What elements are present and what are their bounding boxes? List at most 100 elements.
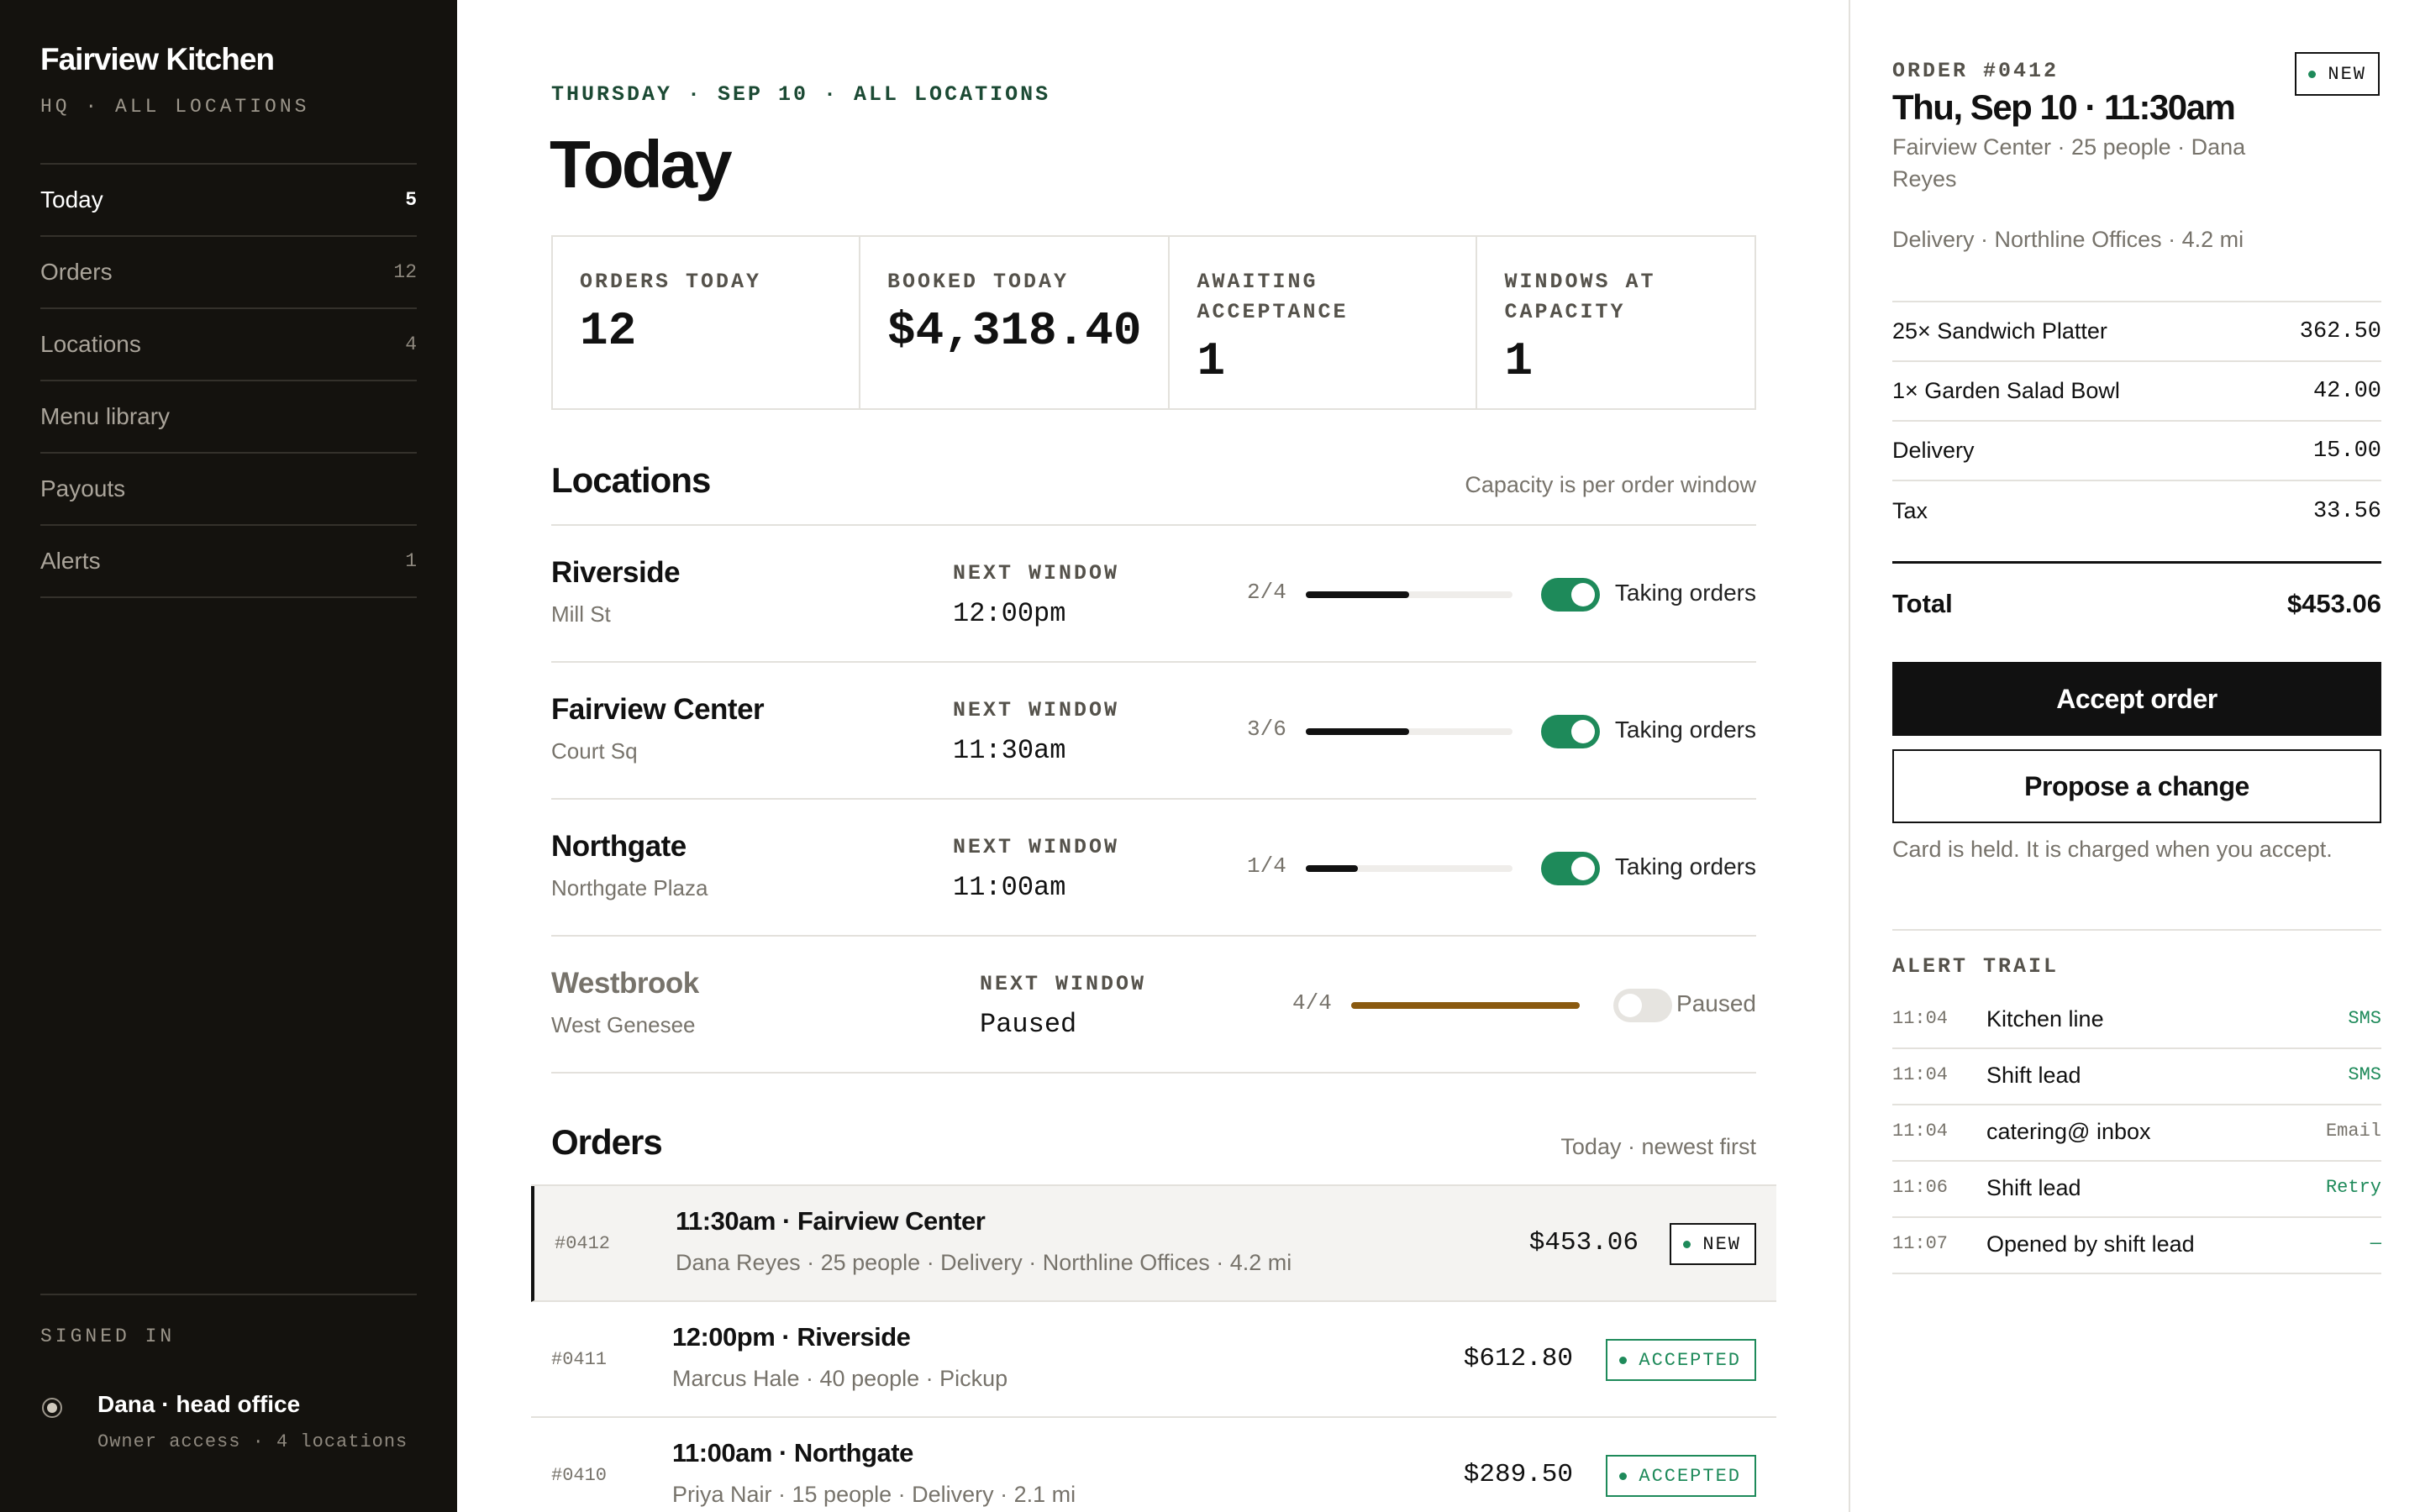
orders-note: Today · newest first <box>1560 1134 1756 1159</box>
location-name: Northgate <box>551 830 687 863</box>
accept-order-button[interactable]: Accept order <box>1892 662 2381 736</box>
sidebar-item-orders[interactable]: Orders 12 <box>40 237 417 309</box>
line-items: 25× Sandwich Platter 362.50 1× Garden Sa… <box>1892 301 2381 541</box>
alert-channel: Email <box>2325 1121 2381 1142</box>
order-title: 11:00am · Northgate <box>672 1438 913 1467</box>
stat-awaiting-acceptance: AWAITING ACCEPTANCE 1 <box>1170 237 1478 408</box>
stat-value: 1 <box>1504 334 1534 388</box>
stat-orders-today: ORDERS TODAY 12 <box>553 237 860 408</box>
order-row-0410[interactable]: #0410 11:00am · Northgate Priya Nair · 1… <box>531 1418 1776 1512</box>
alert-channel: SMS <box>2348 1008 2381 1029</box>
next-window-label: NEXT WINDOW <box>953 698 1120 722</box>
brand-name: Fairview Kitchen <box>40 42 275 76</box>
orders-title: Orders <box>551 1122 663 1162</box>
stat-value: $4,318.40 <box>887 304 1142 358</box>
alert-time: 11:07 <box>1892 1233 1949 1254</box>
capacity-ratio: 2/4 <box>1247 580 1286 605</box>
status-badge: ACCEPTED <box>1606 1339 1756 1381</box>
line-item-amount: 33.56 <box>2312 498 2381 524</box>
location-name: Fairview Center <box>551 693 765 726</box>
sidebar-item-count: 5 <box>405 189 417 211</box>
alert-retry-link[interactable]: Retry <box>2326 1177 2381 1198</box>
locations-title: Locations <box>551 460 711 500</box>
sidebar-item-locations[interactable]: Locations 4 <box>40 309 417 381</box>
capacity-ratio: 3/6 <box>1247 717 1286 742</box>
order-total: $289.50 <box>1463 1460 1573 1489</box>
alert-recipient: Kitchen line <box>1986 1006 2104 1032</box>
alert-channel: SMS <box>2348 1064 2381 1085</box>
sidebar-item-menu-library[interactable]: Menu library <box>40 381 417 454</box>
sidebar-item-count: 4 <box>405 333 417 355</box>
status-badge: NEW <box>2295 52 2380 96</box>
line-item: 25× Sandwich Platter 362.50 <box>1892 302 2381 362</box>
order-datetime: Thu, Sep 10 · 11:30am <box>1892 87 2236 127</box>
taking-orders-toggle[interactable] <box>1541 578 1600 612</box>
taking-orders-toggle[interactable] <box>1541 715 1600 748</box>
stat-label: AWAITING ACCEPTANCE <box>1197 270 1349 324</box>
status-dot-icon <box>2308 70 2317 78</box>
sidebar-item-alerts[interactable]: Alerts 1 <box>40 526 417 598</box>
next-window-label: NEXT WINDOW <box>980 972 1147 996</box>
line-item-amount: 42.00 <box>2312 378 2381 404</box>
order-number: ORDER #0412 <box>1892 59 2060 83</box>
order-details: Dana Reyes · 25 people · Delivery · Nort… <box>676 1250 1292 1275</box>
toggle-status-label: Taking orders <box>1614 853 1756 879</box>
sidebar-item-label: Payouts <box>40 475 126 501</box>
alert-time: 11:04 <box>1892 1008 1949 1029</box>
status-badge: NEW <box>1670 1223 1756 1265</box>
order-details: Priya Nair · 15 people · Delivery · 2.1 … <box>672 1482 1076 1507</box>
location-row-westbrook: Westbrook West Genesee NEXT WINDOW Pause… <box>551 937 1756 1074</box>
propose-change-button[interactable]: Propose a change <box>1892 749 2381 823</box>
toggle-status-label: Taking orders <box>1614 717 1756 743</box>
capacity-bar-fill <box>1306 728 1409 735</box>
alert-entry: 11:06 Shift lead Retry <box>1892 1162 2381 1218</box>
paused-toggle[interactable] <box>1613 989 1672 1022</box>
location-row-northgate: Northgate Northgate Plaza NEXT WINDOW 11… <box>551 800 1756 937</box>
main-content: THURSDAY · SEP 10 · ALL LOCATIONS Today … <box>457 0 1849 1512</box>
order-delivery: Delivery · Northline Offices · 4.2 mi <box>1892 227 2244 252</box>
sidebar-item-payouts[interactable]: Payouts <box>40 454 417 526</box>
user-access: Owner access · 4 locations <box>97 1431 408 1452</box>
stat-label: ORDERS TODAY <box>580 270 762 294</box>
line-item-label: 1× Garden Salad Bowl <box>1892 378 2120 403</box>
status-badge-label: NEW <box>2328 63 2366 85</box>
brand-subtitle: HQ · ALL LOCATIONS <box>40 96 310 118</box>
divider <box>1892 929 2381 931</box>
stat-value: 1 <box>1197 334 1226 388</box>
capacity-ratio: 4/4 <box>1292 990 1332 1016</box>
next-window-value: 12:00pm <box>953 598 1066 629</box>
page-title: Today <box>550 127 733 202</box>
order-row-0411[interactable]: #0411 12:00pm · Riverside Marcus Hale · … <box>531 1302 1776 1418</box>
alert-time: 11:04 <box>1892 1064 1949 1085</box>
stat-booked-today: BOOKED TODAY $4,318.40 <box>860 237 1171 408</box>
line-item: 1× Garden Salad Bowl 42.00 <box>1892 362 2381 422</box>
next-window-label: NEXT WINDOW <box>953 561 1120 585</box>
user-account[interactable]: Dana · head office Owner access · 4 loca… <box>40 1389 417 1452</box>
sidebar-item-today[interactable]: Today 5 <box>40 165 417 237</box>
order-total: $453.06 <box>1528 1228 1639 1257</box>
alert-entry: 11:04 Shift lead SMS <box>1892 1049 2381 1105</box>
stats-strip: ORDERS TODAY 12 BOOKED TODAY $4,318.40 A… <box>551 235 1756 410</box>
line-item-amount: 362.50 <box>2299 318 2381 344</box>
signed-in-section: SIGNED IN Dana · head office Owner acces… <box>40 1294 417 1452</box>
capacity-bar-fill <box>1306 591 1409 598</box>
alert-recipient: Opened by shift lead <box>1986 1231 2195 1257</box>
line-item-label: Delivery <box>1892 438 1975 463</box>
total-value: $453.06 <box>2286 588 2381 618</box>
taking-orders-toggle[interactable] <box>1541 852 1600 885</box>
order-row-0412[interactable]: #0412 11:30am · Fairview Center Dana Rey… <box>531 1186 1776 1302</box>
next-window-value: Paused <box>980 1009 1077 1040</box>
total-label: Total <box>1892 588 1953 618</box>
toggle-status-label: Paused <box>1676 990 1756 1016</box>
order-id: #0412 <box>555 1233 611 1254</box>
location-name: Westbrook <box>551 967 699 1000</box>
order-detail-panel: ORDER #0412 NEW Thu, Sep 10 · 11:30am Fa… <box>1849 0 2420 1512</box>
locations-header: Locations Capacity is per order window <box>551 460 1756 501</box>
line-item-label: Tax <box>1892 498 1928 523</box>
alert-trail-title: ALERT TRAIL <box>1892 954 2060 979</box>
line-item-amount: 15.00 <box>2312 438 2381 464</box>
orders-header: Orders Today · newest first <box>551 1122 1756 1163</box>
alert-channel: — <box>2370 1233 2381 1254</box>
next-window-value: 11:00am <box>953 872 1066 903</box>
location-street: Court Sq <box>551 738 638 764</box>
